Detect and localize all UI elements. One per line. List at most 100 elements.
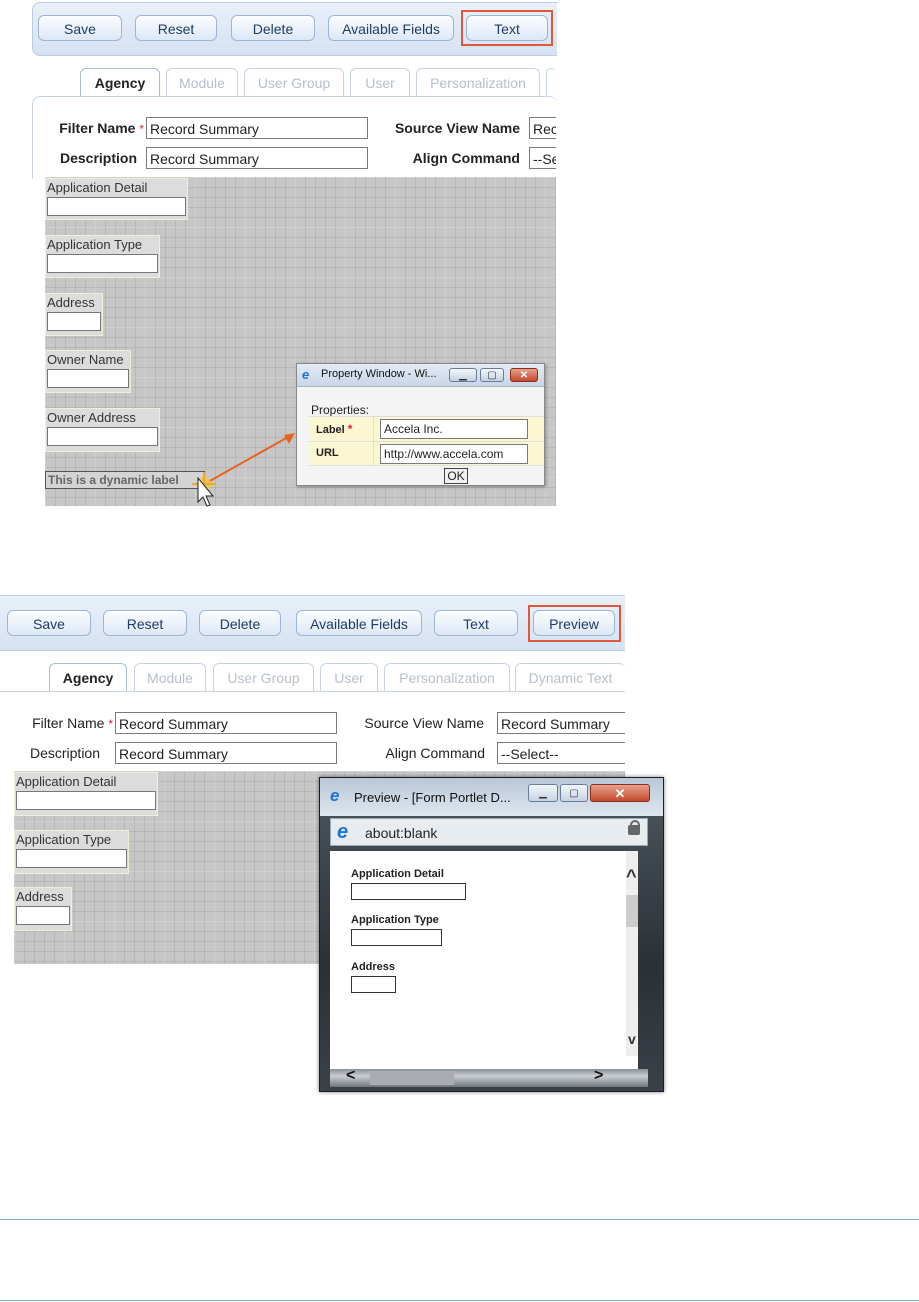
available-fields-button[interactable]: Available Fields bbox=[296, 610, 422, 636]
minimize-button[interactable]: ▁ bbox=[528, 784, 558, 802]
tab-module[interactable]: Module bbox=[134, 663, 206, 691]
preview-titlebar[interactable]: e Preview - [Form Portlet D... ▁ ▢ ✕ bbox=[320, 778, 663, 816]
tab-personalization[interactable]: Personalization bbox=[416, 68, 540, 96]
field-label: Owner Name bbox=[47, 352, 124, 367]
available-fields-button[interactable]: Available Fields bbox=[328, 15, 454, 41]
field-application-detail[interactable]: Application Detail bbox=[14, 772, 158, 816]
maximize-button[interactable]: ▢ bbox=[560, 784, 588, 802]
close-button[interactable]: ✕ bbox=[510, 368, 538, 382]
source-view-label: Source View Name bbox=[394, 120, 520, 136]
field-input bbox=[47, 369, 129, 388]
label-input[interactable]: Accela Inc. bbox=[380, 419, 528, 439]
field-address[interactable]: Address bbox=[45, 293, 103, 336]
tab-agency[interactable]: Agency bbox=[49, 663, 127, 691]
preview-field-label: Application Detail bbox=[351, 868, 444, 880]
property-window: e Property Window - Wi... ▁ ▢ ✕ Properti… bbox=[296, 363, 545, 486]
tab-user[interactable]: User bbox=[320, 663, 378, 691]
field-label: Application Type bbox=[16, 832, 112, 847]
footer-divider-top bbox=[0, 1219, 919, 1220]
filter-name-input[interactable]: Record Summary bbox=[146, 117, 368, 139]
reset-button[interactable]: Reset bbox=[135, 15, 217, 41]
save-button[interactable]: Save bbox=[38, 15, 122, 41]
ie-icon: e bbox=[337, 821, 349, 843]
source-view-label: Source View Name bbox=[364, 715, 484, 731]
field-application-type[interactable]: Application Type bbox=[14, 830, 129, 874]
url-row: URL http://www.accela.com bbox=[309, 441, 544, 466]
field-input bbox=[16, 906, 70, 925]
properties-heading: Properties: bbox=[311, 403, 370, 417]
preview-window-title: Preview - [Form Portlet D... bbox=[354, 790, 511, 805]
tab-agency[interactable]: Agency bbox=[80, 68, 160, 96]
ok-button[interactable]: OK bbox=[444, 468, 468, 484]
description-input[interactable]: Record Summary bbox=[146, 147, 368, 169]
source-view-input[interactable]: Rec bbox=[529, 117, 556, 139]
delete-button[interactable]: Delete bbox=[231, 15, 315, 41]
url-field-label: URL bbox=[316, 447, 339, 459]
filter-name-label: Filter Name * bbox=[32, 715, 113, 731]
arrow-connector bbox=[192, 433, 295, 507]
field-input bbox=[16, 849, 127, 868]
horizontal-scrollbar-thumb[interactable] bbox=[370, 1071, 454, 1085]
field-label: Application Type bbox=[47, 237, 143, 252]
field-address[interactable]: Address bbox=[14, 887, 72, 931]
description-input[interactable]: Record Summary bbox=[115, 742, 337, 764]
description-label: Description bbox=[59, 150, 137, 166]
save-button[interactable]: Save bbox=[7, 610, 91, 636]
scroll-left-icon[interactable]: < bbox=[346, 1067, 355, 1085]
tab-user-group[interactable]: User Group bbox=[213, 663, 314, 691]
source-view-input[interactable]: Record Summary bbox=[497, 712, 625, 734]
filter-name-input[interactable]: Record Summary bbox=[115, 712, 337, 734]
field-label: Address bbox=[47, 295, 95, 310]
scroll-up-icon[interactable]: ^ bbox=[626, 866, 637, 887]
field-input bbox=[47, 197, 186, 216]
maximize-button[interactable]: ▢ bbox=[480, 368, 504, 382]
align-command-select[interactable]: --Se bbox=[529, 147, 556, 169]
url-input[interactable]: http://www.accela.com bbox=[380, 444, 528, 464]
field-label: Owner Address bbox=[47, 410, 136, 425]
align-command-select[interactable]: --Select-- bbox=[497, 742, 625, 764]
align-command-label: Align Command bbox=[412, 150, 520, 166]
minimize-button[interactable]: ▁ bbox=[449, 368, 477, 382]
address-bar[interactable]: e about:blank bbox=[330, 818, 648, 846]
field-input bbox=[16, 791, 156, 810]
preview-button[interactable]: Preview bbox=[533, 610, 615, 636]
property-window-title: Property Window - Wi... bbox=[321, 368, 437, 380]
scroll-down-icon[interactable]: v bbox=[628, 1031, 636, 1047]
field-owner-name[interactable]: Owner Name bbox=[45, 350, 131, 393]
align-command-label: Align Command bbox=[385, 745, 485, 761]
label-field-label: Label * bbox=[316, 422, 353, 436]
tab-user[interactable]: User bbox=[350, 68, 410, 96]
field-input bbox=[47, 427, 158, 446]
text-button[interactable]: Text bbox=[434, 610, 518, 636]
field-label: Application Detail bbox=[47, 180, 148, 195]
preview-field-label: Application Type bbox=[351, 914, 439, 926]
tab-partial[interactable] bbox=[546, 68, 556, 96]
close-button[interactable]: ✕ bbox=[590, 784, 650, 802]
footer-divider-bottom bbox=[0, 1300, 919, 1301]
dynamic-label[interactable]: This is a dynamic label bbox=[45, 471, 205, 489]
vertical-scrollbar-thumb[interactable] bbox=[626, 895, 638, 927]
field-application-detail[interactable]: Application Detail bbox=[45, 178, 188, 220]
field-label: Application Detail bbox=[16, 774, 117, 789]
property-window-titlebar[interactable]: e Property Window - Wi... ▁ ▢ ✕ bbox=[297, 364, 544, 387]
preview-field-label: Address bbox=[351, 961, 396, 973]
preview-field-input[interactable] bbox=[351, 929, 442, 946]
tab-user-group[interactable]: User Group bbox=[244, 68, 344, 96]
preview-window: e Preview - [Form Portlet D... ▁ ▢ ✕ e a… bbox=[319, 777, 664, 1092]
delete-button[interactable]: Delete bbox=[199, 610, 281, 636]
preview-content: Application Detail Application Type Addr… bbox=[330, 851, 638, 1073]
horizontal-scrollbar[interactable]: < > bbox=[330, 1067, 648, 1087]
tab-personalization[interactable]: Personalization bbox=[384, 663, 510, 691]
field-application-type[interactable]: Application Type bbox=[45, 235, 160, 278]
text-button[interactable]: Text bbox=[466, 15, 548, 41]
address-text: about:blank bbox=[365, 825, 438, 841]
scroll-right-icon[interactable]: > bbox=[594, 1067, 603, 1085]
field-owner-address[interactable]: Owner Address bbox=[45, 408, 160, 452]
tab-dynamic-text[interactable]: Dynamic Text bbox=[515, 663, 625, 691]
preview-field-input[interactable] bbox=[351, 976, 396, 993]
filter-name-label: Filter Name * bbox=[59, 120, 144, 136]
lock-shackle bbox=[630, 820, 640, 828]
tab-module[interactable]: Module bbox=[166, 68, 238, 96]
reset-button[interactable]: Reset bbox=[103, 610, 187, 636]
preview-field-input[interactable] bbox=[351, 883, 466, 900]
